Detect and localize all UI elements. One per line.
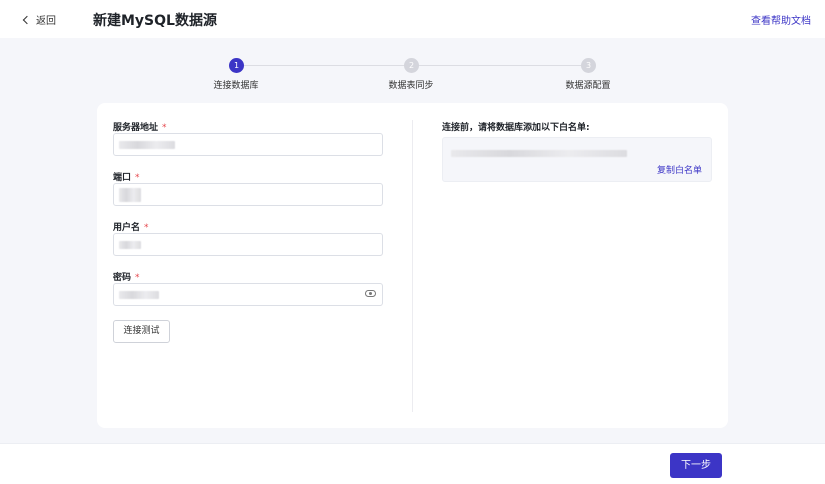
username-input[interactable] <box>113 233 383 256</box>
page-title: 新建MySQL数据源 <box>93 13 217 29</box>
step-connector <box>244 65 405 66</box>
whitelist-box: 复制白名单 <box>442 137 712 182</box>
password-label: 密码 * <box>113 273 140 283</box>
redacted-value <box>119 291 159 299</box>
column-divider <box>412 120 413 412</box>
stepper: 1 连接数据库 2 数据表同步 3 数据源配置 <box>0 54 825 94</box>
test-connection-button[interactable]: 连接测试 <box>113 320 170 343</box>
redacted-value <box>119 188 141 202</box>
step-connector <box>418 65 581 66</box>
footer-bar: 下一步 <box>0 443 825 484</box>
step-2-indicator: 2 <box>404 58 419 73</box>
back-button[interactable]: 返回 <box>22 12 56 27</box>
copy-whitelist-button[interactable]: 复制白名单 <box>657 163 702 176</box>
username-label: 用户名 * <box>113 223 149 233</box>
next-step-button[interactable]: 下一步 <box>670 453 722 478</box>
redacted-ip-list <box>451 150 627 157</box>
help-doc-link[interactable]: 查看帮助文档 <box>751 12 811 27</box>
whitelist-title: 连接前，请将数据库添加以下白名单: <box>442 123 590 133</box>
connection-form-card: 服务器地址 * 端口 * 用户名 * 密码 * 连接测试 连接前，请将数据库添加以下白名… <box>97 103 728 428</box>
host-input[interactable] <box>113 133 383 156</box>
eye-icon[interactable] <box>365 290 376 297</box>
top-bar: 返回 新建MySQL数据源 查看帮助文档 <box>0 0 825 38</box>
back-label: 返回 <box>36 16 56 27</box>
port-input[interactable] <box>113 183 383 206</box>
port-label: 端口 * <box>113 173 140 183</box>
step-3-label: 数据源配置 <box>565 81 611 91</box>
redacted-value <box>119 141 175 149</box>
password-input[interactable] <box>113 283 383 306</box>
step-3-indicator: 3 <box>581 58 596 73</box>
step-1-label: 连接数据库 <box>213 81 259 91</box>
step-1-indicator: 1 <box>229 58 244 73</box>
step-2-label: 数据表同步 <box>388 81 434 91</box>
chevron-left-icon <box>22 15 32 25</box>
redacted-value <box>119 241 141 249</box>
host-label: 服务器地址 * <box>113 123 167 133</box>
